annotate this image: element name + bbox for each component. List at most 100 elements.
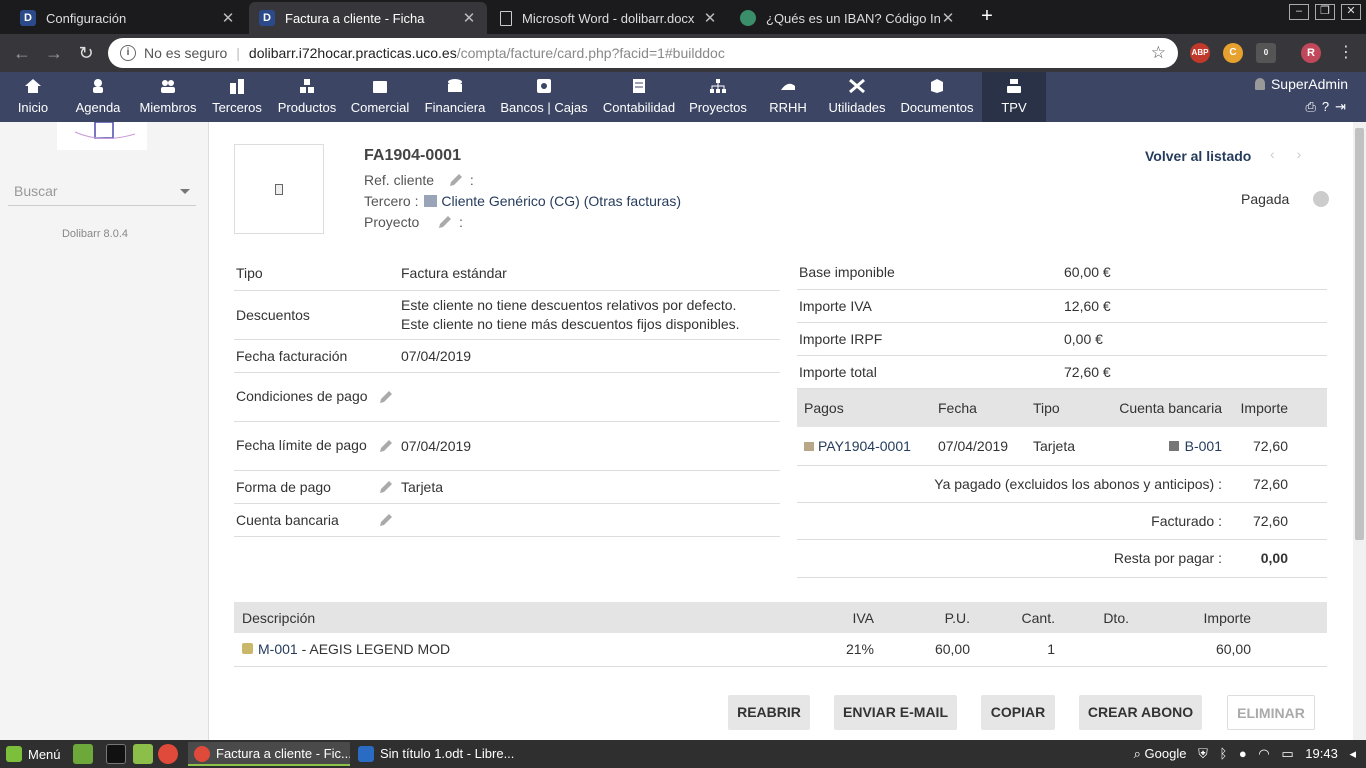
address-separator: | [236,45,240,61]
close-tab-icon[interactable]: ✕ [461,9,477,27]
chrome-icon[interactable] [158,744,178,764]
wifi-icon[interactable]: ◠ [1258,746,1269,761]
close-tab-icon[interactable]: ✕ [940,9,956,27]
edit-pencil-icon[interactable] [378,479,394,495]
amounts-table: Base imponible 60,00 € Importe IVA 12,60 €… [797,256,1327,389]
previous-record-icon[interactable]: ‹ [1270,146,1297,162]
menu-item-miembros[interactable]: Miembros [136,72,200,122]
browser-tab[interactable]: ¿Qués es un IBAN? Código Inter ✕ [730,2,966,34]
product-ref-link[interactable]: M-001 [258,641,298,657]
line-amount: 60,00 [1137,633,1259,667]
pos-icon [1007,79,1021,93]
dolibarr-favicon-icon: D [259,10,275,26]
menu-item-bancos-cajas[interactable]: Bancos | Cajas [498,72,590,122]
next-record-icon[interactable]: › [1297,146,1324,162]
bluetooth-icon[interactable]: ᛒ [1219,746,1227,761]
menu-item-proyectos[interactable]: Proyectos [686,72,750,122]
shield-icon[interactable]: ⛨ [1198,746,1208,761]
menu-item-productos[interactable]: Productos [274,72,340,122]
maximize-window-button[interactable]: ❐ [1315,4,1335,20]
adblock-extension-icon[interactable]: ABP [1190,43,1210,63]
extension-badge-icon[interactable]: 0 [1256,43,1276,63]
send-email-button[interactable]: ENVIAR E-MAIL [834,695,957,730]
info-icon[interactable]: i [120,45,136,61]
writer-icon [358,746,374,762]
search-select[interactable]: Buscar [8,178,196,206]
menu-item-rrhh[interactable]: RRHH [764,72,812,122]
search-icon[interactable]: ⌕ [1134,746,1141,761]
payment-date: 07/04/2019 [931,427,1026,466]
reopen-button[interactable]: REABRIR [728,695,810,730]
bank-icon [537,79,551,93]
col-header: Importe [1137,602,1259,633]
bookmark-star-icon[interactable]: ☆ [1151,43,1166,63]
clock[interactable]: 19:43 [1305,746,1338,761]
product-icon [242,643,253,655]
edit-pencil-icon[interactable] [378,512,394,528]
terminal-icon[interactable] [106,744,126,764]
menu-item-agenda[interactable]: Agenda [70,72,126,122]
menu-item-terceros[interactable]: Terceros [208,72,266,122]
close-tab-icon[interactable]: ✕ [220,9,236,27]
back-to-list-link[interactable]: Volver al listado [1145,148,1251,164]
show-desktop-icon[interactable] [73,744,93,764]
profile-avatar[interactable]: R [1301,43,1321,63]
invoice-ref: FA1904-0001 [364,147,461,164]
close-tab-icon[interactable]: ✕ [702,9,718,27]
scrollbar-thumb[interactable] [1355,128,1364,540]
new-tab-button[interactable]: + [975,5,999,29]
bank-account-link[interactable]: B-001 [1185,438,1222,454]
taskbar-window-writer[interactable]: Sin título 1.odt - Libre... [352,742,514,766]
discount-relative-text: Este cliente no tiene descuentos relativ… [401,297,737,313]
forward-arrow-icon[interactable]: → [42,41,66,65]
delete-button[interactable]: ELIMINAR [1227,695,1315,730]
back-arrow-icon[interactable]: ← [10,41,34,65]
page-scrollbar[interactable] [1353,122,1366,740]
battery-icon[interactable]: ▭ [1281,746,1293,761]
menu-item-documentos[interactable]: Documentos [898,72,976,122]
browser-tab[interactable]: D Configuración ✕ [10,2,246,34]
user-link[interactable]: SuperAdmin [1254,76,1348,92]
address-bar[interactable]: i No es seguro | dolibarr.i72hocar.pract… [108,38,1178,68]
menu-item-contabilidad[interactable]: Contabilidad [600,72,678,122]
file-manager-icon[interactable] [133,744,153,764]
browser-tab[interactable]: Microsoft Word - dolibarr.docx ✕ [490,2,728,34]
volume-icon[interactable]: ◂ [1349,746,1356,761]
menu-item-utilidades[interactable]: Utilidades [826,72,888,122]
edit-pencil-icon[interactable] [448,172,464,188]
detail-value: Este cliente no tiene descuentos relativ… [399,290,780,340]
payment-row: PAY1904-0001 07/04/2019 Tarjeta B-001 72… [797,427,1327,466]
logout-icon[interactable]: ⇥ [1335,99,1352,114]
browser-tab-active[interactable]: D Factura a cliente - Ficha ✕ [249,2,487,34]
close-window-button[interactable]: ✕ [1341,4,1361,20]
document-thumbnail[interactable] [234,144,324,234]
print-icon[interactable]: ⎙ [1305,99,1321,114]
edit-pencil-icon[interactable] [378,438,394,454]
browser-menu-icon[interactable]: ⋮ [1334,41,1358,65]
company-logo[interactable] [57,121,147,150]
otras-facturas-link[interactable]: (Otras facturas) [584,193,681,209]
create-credit-note-button[interactable]: CREAR ABONO [1079,695,1202,730]
taskbar-window-chrome[interactable]: Factura a cliente - Fic... [188,742,350,766]
menu-item-comercial[interactable]: Comercial [348,72,412,122]
minimize-window-button[interactable]: – [1289,4,1309,20]
menu-item-financiera[interactable]: Financiera [422,72,488,122]
payment-ref-link[interactable]: PAY1904-0001 [818,438,911,454]
line-row: M-001 - AEGIS LEGEND MOD 21% 60,00 1 60,… [234,633,1327,667]
copy-button[interactable]: COPIAR [981,695,1055,730]
help-icon[interactable]: ? [1322,99,1335,114]
line-discount [1063,633,1137,667]
detail-row-descuentos: Descuentos Este cliente no tiene descuen… [234,290,780,340]
user-status-icon[interactable]: ● [1239,746,1247,761]
start-menu-label: Menú [28,747,61,762]
edit-pencil-icon[interactable] [378,389,394,405]
start-menu-button[interactable]: Menú [6,746,61,762]
extension-c-icon[interactable]: C [1223,43,1243,63]
menu-item-label: Financiera [424,100,486,115]
tercero-link[interactable]: Cliente Genérico (CG) [441,193,580,209]
menu-item-inicio[interactable]: Inicio [12,72,54,122]
menu-item-tpv[interactable]: TPV [982,72,1046,122]
edit-pencil-icon[interactable] [437,214,453,230]
reload-icon[interactable]: ↻ [74,41,98,65]
amount-value: 12,60 € [1062,289,1327,323]
